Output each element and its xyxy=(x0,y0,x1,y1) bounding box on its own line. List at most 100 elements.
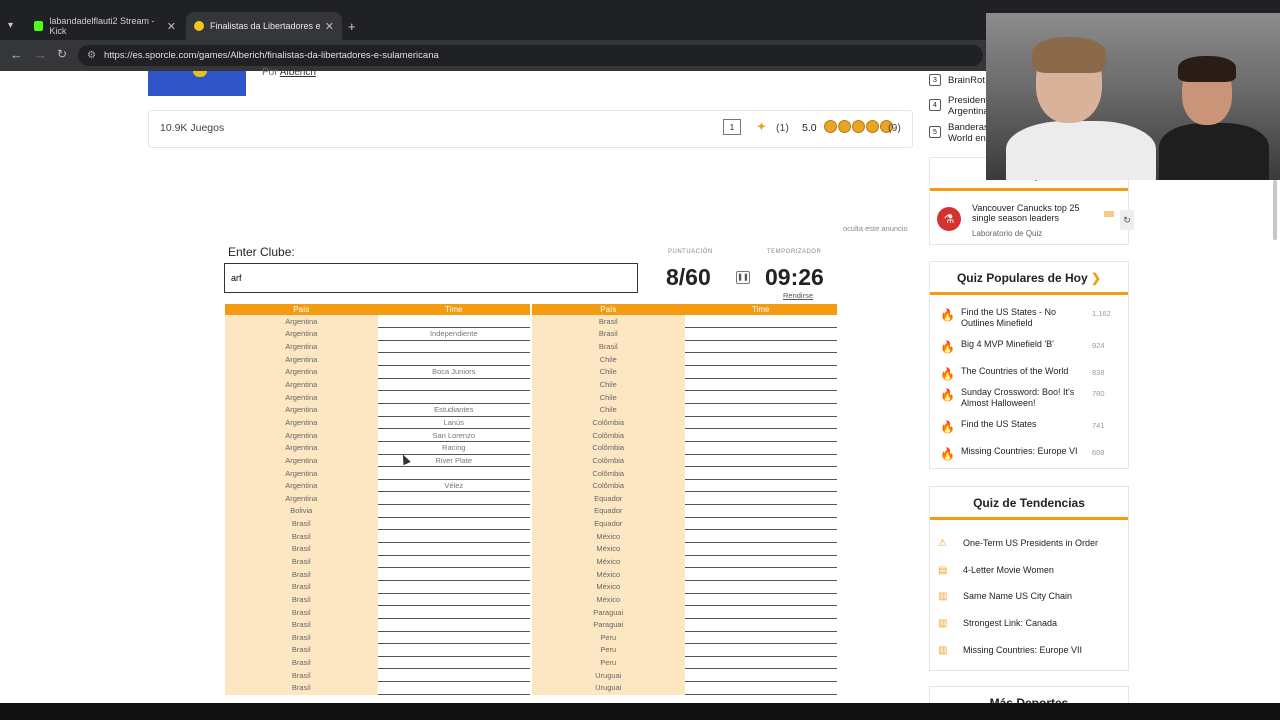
trending-quiz-title[interactable]: 4-Letter Movie Women xyxy=(963,565,1054,575)
country-cell: Argentina xyxy=(225,454,378,468)
answer-input[interactable] xyxy=(224,263,638,293)
author-link[interactable]: Alberich xyxy=(280,67,316,78)
rating-coin-icon xyxy=(852,120,865,133)
column-header-country: País xyxy=(225,304,378,315)
table-row: Peru xyxy=(532,631,837,645)
tab-sporcle-quiz[interactable]: Finalistas da Libertadores e Sul ✕ xyxy=(186,12,342,40)
back-arrow-icon[interactable]: ← xyxy=(10,47,23,62)
country-cell: Argentina xyxy=(225,378,378,392)
table-row: Argentina xyxy=(225,390,530,404)
trending-quiz-title[interactable]: Strongest Link: Canada xyxy=(963,618,1057,628)
table-row: Argentina Racing xyxy=(225,441,530,455)
popular-quiz-title[interactable]: Big 4 MVP Minefield 'B' xyxy=(961,339,1086,350)
table-row: México xyxy=(532,580,837,594)
close-icon[interactable]: ✕ xyxy=(325,20,334,33)
team-answer-cell xyxy=(684,466,837,480)
table-row: Argentina xyxy=(225,466,530,480)
country-cell: Brasil xyxy=(225,542,378,556)
table-row: Brasil xyxy=(225,580,530,594)
rating-value: 5.0 xyxy=(802,122,817,134)
country-cell: Argentina xyxy=(225,315,378,329)
team-answer-cell xyxy=(684,618,837,632)
team-answer-cell xyxy=(684,593,837,607)
rank-badge: 3 xyxy=(929,74,941,86)
flame-icon: 🔥 xyxy=(940,388,955,402)
quiz-stats-bar xyxy=(148,110,913,148)
country-cell: Brasil xyxy=(225,618,378,632)
recent-quiz-title[interactable]: Vancouver Canucks top 25 single season l… xyxy=(972,203,1097,223)
column-header-team: Time xyxy=(377,304,530,315)
quiz-thumbnail[interactable] xyxy=(148,71,246,96)
country-cell: Brasil xyxy=(532,315,685,329)
ranked-quiz-link[interactable]: BrainRot xyxy=(948,75,988,86)
url-input[interactable]: ⚙ https://es.sporcle.com/games/Alberich/… xyxy=(78,45,983,66)
grid-icon: ▥ xyxy=(938,618,948,629)
refresh-icon[interactable]: ↻ xyxy=(1120,210,1134,230)
hide-ad-link[interactable]: oculta este anuncio xyxy=(843,224,908,233)
country-cell: Chile xyxy=(532,403,685,417)
team-answer-cell xyxy=(377,542,530,556)
tab-kick-stream[interactable]: labandadelflauti2 Stream - Kick ✕ xyxy=(26,12,184,40)
popular-quiz-title[interactable]: The Countries of the World xyxy=(961,366,1086,377)
trending-quiz-title[interactable]: Missing Countries: Europe VII xyxy=(963,645,1082,655)
kick-favicon-icon xyxy=(34,21,44,31)
new-tab-plus-icon[interactable]: + xyxy=(348,19,356,34)
country-cell: Argentina xyxy=(225,466,378,480)
popular-quiz-count: 780 xyxy=(1092,389,1105,398)
sporcle-favicon-icon xyxy=(194,21,204,31)
reload-icon[interactable]: ↻ xyxy=(57,47,67,61)
team-answer-cell xyxy=(684,352,837,367)
table-row: Chile xyxy=(532,390,837,404)
table-row: México xyxy=(532,555,837,569)
recent-quiz-subtitle: Laboratorio de Quiz xyxy=(972,229,1043,238)
popular-quiz-title[interactable]: Find the US States - No Outlines Minefie… xyxy=(961,307,1086,328)
table-row: Brasil xyxy=(225,593,530,607)
pause-icon[interactable]: ❚❚ xyxy=(736,271,750,284)
country-cell: Argentina xyxy=(225,340,378,354)
table-row: Argentina xyxy=(225,378,530,392)
table-row: Argentina River Plate xyxy=(225,454,530,468)
country-cell: México xyxy=(532,529,685,544)
rating-coin-icon xyxy=(824,120,837,133)
trophy-icon[interactable]: ✦ xyxy=(756,119,767,135)
comments-icon[interactable]: 1 xyxy=(723,119,741,135)
panel-header[interactable]: Quiz Populares de Hoy ❯ xyxy=(930,262,1128,295)
country-cell: Brasil xyxy=(532,327,685,341)
trending-quiz-title[interactable]: Same Name US City Chain xyxy=(963,591,1072,601)
site-settings-icon[interactable]: ⚙ xyxy=(87,45,96,66)
country-cell: Colômbia xyxy=(532,454,685,468)
country-cell: Chile xyxy=(532,352,685,367)
table-row: Brasil xyxy=(532,340,837,354)
team-answer-cell: Estudiantes xyxy=(377,403,530,417)
country-cell: Argentina xyxy=(225,403,378,417)
timer-label: TEMPORIZADOR xyxy=(767,249,822,255)
ranked-quiz-link[interactable]: Presidents Argentina xyxy=(948,95,988,117)
team-answer-cell xyxy=(377,555,530,569)
forward-arrow-icon[interactable]: → xyxy=(34,47,47,62)
team-answer-cell xyxy=(684,567,837,581)
trending-quiz-title[interactable]: One-Term US Presidents in Order xyxy=(963,538,1098,548)
popular-quiz-title[interactable]: Find the US States xyxy=(961,419,1086,430)
table-row: Argentina xyxy=(225,340,530,354)
tab-search-icon[interactable]: ▾ xyxy=(8,20,13,31)
rating-stars[interactable] xyxy=(824,120,893,133)
popular-quiz-title[interactable]: Missing Countries: Europe VI xyxy=(961,446,1086,457)
team-answer-cell xyxy=(684,327,837,341)
ranked-quiz-link[interactable]: Banderas World en xyxy=(948,122,988,144)
team-answer-cell xyxy=(377,529,530,544)
popular-quiz-title[interactable]: Sunday Crossword: Boo! It's Almost Hallo… xyxy=(961,387,1086,408)
table-row: Argentina Lanús xyxy=(225,416,530,430)
page-scrollbar[interactable] xyxy=(1273,180,1277,240)
grid-icon: ▥ xyxy=(938,645,948,656)
table-row: Chile xyxy=(532,403,837,417)
close-icon[interactable]: ✕ xyxy=(167,20,176,33)
country-cell: Chile xyxy=(532,365,685,379)
country-cell: Uruguai xyxy=(532,681,685,695)
table-row: Brasil xyxy=(225,681,530,695)
team-answer-cell xyxy=(377,504,530,518)
table-row: Argentina Boca Juniors xyxy=(225,365,530,379)
rating-count: (9) xyxy=(888,122,901,134)
give-up-link[interactable]: Rendirse xyxy=(783,291,813,300)
table-row: Argentina xyxy=(225,315,530,329)
team-answer-cell xyxy=(684,454,837,468)
